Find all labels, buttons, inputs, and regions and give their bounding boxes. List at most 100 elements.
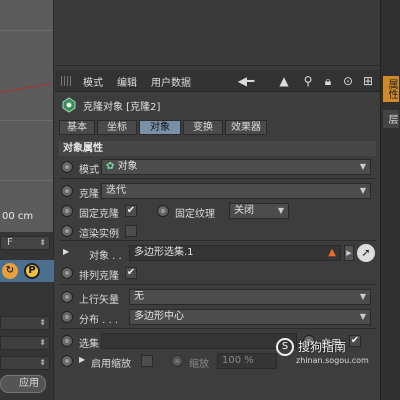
lock-icon[interactable]: 🔒︎ (321, 73, 335, 89)
keyframe-radio[interactable] (61, 225, 73, 237)
frame-field-label: F (7, 237, 13, 248)
object-header: 克隆对象 [克隆2] (55, 96, 380, 114)
tab-transform[interactable]: 变换 (183, 120, 223, 135)
arrange-clones-checkbox[interactable]: ✔ (125, 267, 137, 279)
mode-value: 对象 (117, 161, 138, 172)
stepper-icon[interactable]: ⬍ (39, 238, 46, 247)
grid-line (0, 180, 53, 181)
mode-dropdown[interactable]: ✿ 对象 ▼ (101, 159, 371, 175)
expand-arrow-icon[interactable]: ▶ (79, 355, 85, 364)
up-vector-value: 无 (134, 291, 144, 302)
selection-field[interactable] (101, 333, 297, 349)
tab-effector[interactable]: 效果器 (225, 120, 267, 135)
divider (59, 240, 376, 241)
fix-clone-label: 固定克隆 (79, 209, 119, 220)
fix-texture-dropdown[interactable]: 关闭 ▼ (229, 203, 289, 219)
polygon-selection-icon: ▲ (328, 247, 336, 258)
grid-line (0, 120, 53, 121)
keyframe-radio[interactable] (171, 355, 183, 367)
left-dropdown[interactable]: ⬍ (0, 316, 50, 330)
keyframe-radio[interactable] (61, 311, 73, 323)
enable-scale-checkbox[interactable] (141, 355, 153, 367)
new-panel-icon[interactable]: ⊞ (361, 73, 375, 89)
tab-attributes[interactable]: 属性 (383, 76, 399, 102)
up-vector-row: 上行矢量 无 ▼ (59, 288, 376, 306)
arrange-clones-row: 排列克隆 ✔ (59, 264, 376, 282)
viewport-scale-label: 00 cm (2, 211, 34, 222)
grid-line (0, 30, 53, 31)
keyframe-radio[interactable] (61, 291, 73, 303)
section-title: 对象属性 (59, 141, 376, 156)
clone-dropdown[interactable]: 迭代 ▼ (101, 183, 371, 199)
arrange-clones-label: 排列克隆 (79, 271, 119, 282)
stepper-icon: ⬍ (39, 318, 46, 327)
menu-user-data[interactable]: 用户数据 (151, 74, 191, 89)
x-axis-line (0, 79, 53, 93)
object-link-value: 多边形选集.1 (134, 247, 194, 258)
cloner-icon (62, 97, 76, 113)
fix-clone-row: 固定克隆 ✔ 固定纹理 关闭 ▼ (59, 202, 376, 220)
keyframe-radio[interactable] (61, 335, 73, 347)
apply-button[interactable]: 应用 (0, 375, 46, 393)
chevron-down-icon: ▼ (359, 186, 366, 195)
top-panel (55, 0, 380, 66)
clone-label: 克隆 (79, 189, 99, 200)
mode-row: 模式 ✿ 对象 ▼ (59, 158, 376, 176)
scale-field[interactable]: 100 % (217, 353, 277, 369)
cloner-icon: ✿ (106, 161, 118, 172)
left-lower-panel: F ⬍ ↻ P ⬍ ⬍ ⬍ 应用 (0, 232, 54, 400)
distribution-value: 多边形中心 (134, 311, 184, 322)
grip-icon[interactable] (61, 76, 73, 86)
chevron-down-icon: ▼ (359, 312, 366, 321)
p-key-icon[interactable]: P (24, 263, 40, 279)
divider (59, 328, 376, 329)
back-arrow-icon[interactable]: ◀━ (235, 73, 257, 89)
watermark-text: 搜狗指南 (298, 340, 347, 354)
render-instance-row: 渲染实例 (59, 222, 376, 240)
frame-field[interactable]: F ⬍ (0, 236, 50, 250)
menu-edit[interactable]: 编辑 (117, 74, 137, 89)
keyframe-radio[interactable] (157, 205, 169, 217)
watermark-url: zhinan.sogou.com (296, 356, 369, 365)
scale-label: 缩放 (189, 359, 209, 370)
chevron-down-icon: ▼ (359, 292, 366, 301)
distribution-dropdown[interactable]: 多边形中心 ▼ (129, 309, 371, 325)
render-instance-checkbox[interactable] (125, 225, 137, 237)
search-icon[interactable]: ⚲ (301, 73, 315, 89)
divider (59, 178, 376, 179)
mode-label: 模式 (79, 165, 99, 176)
render-instance-label: 渲染实例 (79, 229, 119, 240)
object-label: 对象 . . (89, 251, 122, 262)
pin-icon[interactable]: ⊙ (341, 73, 355, 89)
tab-basic[interactable]: 基本 (59, 120, 95, 135)
enable-checkbox[interactable]: ✔ (349, 335, 361, 347)
object-link-row: ▶ 对象 . . 多边形选集.1 ▲ ▶ ➚ (59, 244, 376, 262)
link-menu-arrow-icon[interactable]: ▶ (344, 245, 354, 261)
up-arrow-icon[interactable]: ▲ (277, 73, 291, 89)
left-dropdown[interactable]: ⬍ (0, 356, 50, 370)
keyframe-radio[interactable] (61, 185, 73, 197)
pick-cursor-icon[interactable]: ➚ (357, 244, 375, 262)
tab-layers[interactable]: 层 (383, 110, 399, 128)
distribution-label: 分布 . . . (79, 315, 119, 326)
left-dropdown[interactable]: ⬍ (0, 336, 50, 350)
3d-viewport[interactable]: 00 cm (0, 0, 54, 232)
menu-mode[interactable]: 模式 (83, 74, 103, 89)
keyframe-radio[interactable] (61, 267, 73, 279)
tab-coord[interactable]: 坐标 (97, 120, 137, 135)
up-vector-dropdown[interactable]: 无 ▼ (129, 289, 371, 305)
stepper-icon: ⬍ (39, 358, 46, 367)
expand-arrow-icon[interactable]: ▶ (63, 247, 69, 256)
loop-icon[interactable]: ↻ (2, 263, 18, 279)
object-link-field[interactable]: 多边形选集.1 ▲ (129, 245, 341, 261)
distribution-row: 分布 . . . 多边形中心 ▼ (59, 308, 376, 326)
fix-clone-checkbox[interactable]: ✔ (125, 205, 137, 217)
fix-texture-label: 固定纹理 (175, 209, 215, 220)
clone-row: 克隆 迭代 ▼ (59, 182, 376, 200)
tab-object[interactable]: 对象 (139, 120, 181, 135)
keyframe-radio[interactable] (61, 355, 73, 367)
keyframe-radio[interactable] (61, 205, 73, 217)
clone-value: 迭代 (106, 185, 126, 196)
side-tab-strip: 属性 层 (380, 0, 400, 400)
keyframe-radio[interactable] (61, 161, 73, 173)
